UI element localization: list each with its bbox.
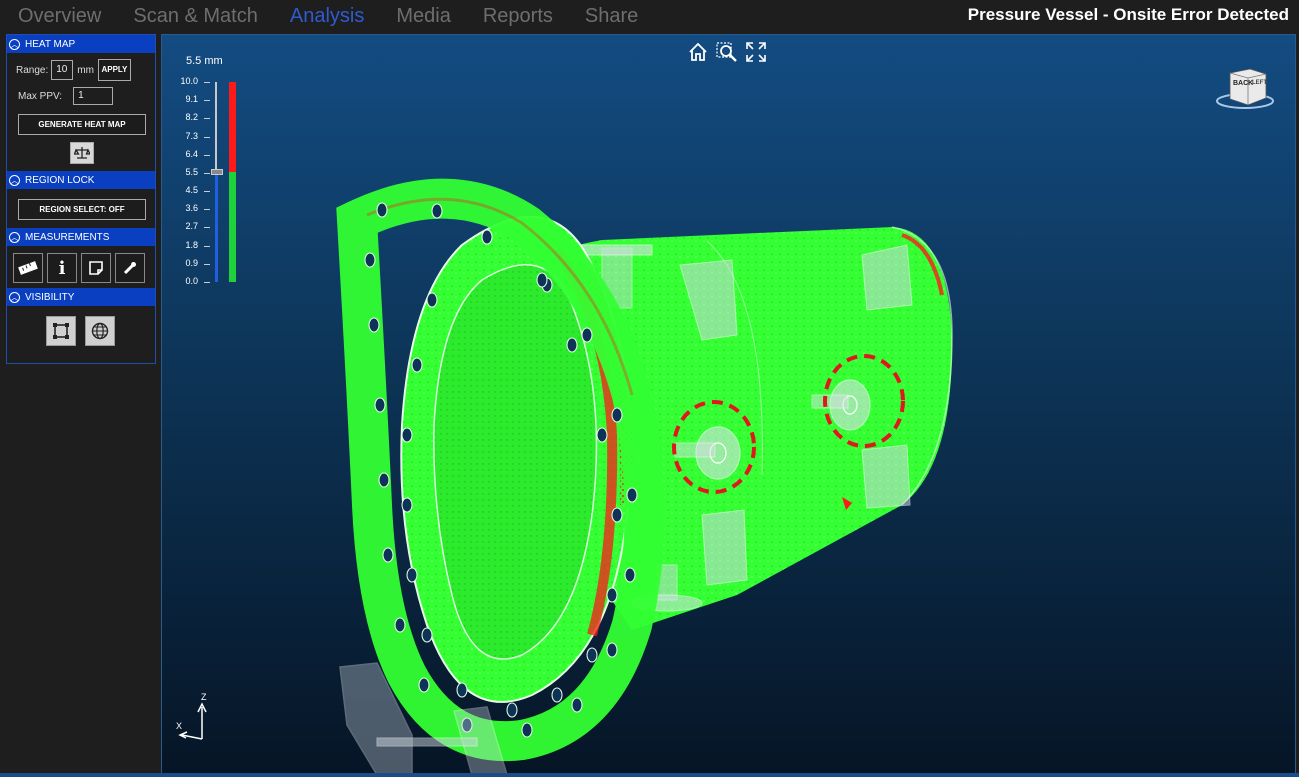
- tab-reports[interactable]: Reports: [483, 4, 553, 29]
- apply-button[interactable]: APPLY: [97, 59, 131, 81]
- top-navigation-bar: Overview Scan & Match Analysis Media Rep…: [0, 0, 1299, 33]
- point-cloud-scene[interactable]: [162, 35, 1296, 774]
- heat-map-title: HEAT MAP: [25, 38, 76, 50]
- tab-analysis[interactable]: Analysis: [290, 4, 364, 29]
- balance-scale-button[interactable]: [70, 142, 94, 164]
- axis-triad: Z X: [174, 692, 214, 745]
- globe-icon: [91, 322, 109, 340]
- measurements-title: MEASUREMENTS: [25, 231, 110, 243]
- info-icon: i: [58, 257, 66, 279]
- bottom-border: [0, 773, 1299, 777]
- info-button[interactable]: i: [47, 253, 77, 283]
- tab-share[interactable]: Share: [585, 4, 638, 29]
- chevron-up-icon: ︿: [9, 291, 20, 303]
- chevron-up-icon: ︿: [9, 231, 20, 243]
- range-unit: mm: [77, 64, 94, 76]
- max-ppv-label: Max PPV:: [18, 90, 63, 102]
- region-lock-section-header[interactable]: ︿ REGION LOCK: [7, 171, 155, 189]
- region-lock-title: REGION LOCK: [25, 174, 95, 186]
- project-title: Pressure Vessel - Onsite Error Detected: [967, 5, 1289, 24]
- tab-media[interactable]: Media: [396, 4, 450, 29]
- generate-heat-map-button[interactable]: GENERATE HEAT MAP: [18, 114, 146, 135]
- main-tabs: Overview Scan & Match Analysis Media Rep…: [18, 4, 670, 29]
- bounding-box-button[interactable]: [46, 316, 76, 346]
- note-icon: [89, 261, 103, 275]
- tab-scan-match[interactable]: Scan & Match: [133, 4, 258, 29]
- note-button[interactable]: [81, 253, 111, 283]
- probe-button[interactable]: [115, 253, 145, 283]
- chevron-up-icon: ︿: [9, 174, 20, 186]
- probe-icon: [123, 262, 136, 275]
- measurements-section-header[interactable]: ︿ MEASUREMENTS: [7, 228, 155, 246]
- chevron-up-icon: ︿: [9, 38, 20, 50]
- visibility-section-header[interactable]: ︿ VISIBILITY: [7, 288, 155, 306]
- bounding-box-icon: [53, 323, 69, 339]
- ruler-icon: [18, 261, 38, 275]
- visibility-title: VISIBILITY: [25, 291, 75, 303]
- ruler-button[interactable]: [13, 253, 43, 283]
- 3d-viewport[interactable]: BACK LEFT 5.5 mm 10.0 9.1 8.2 7.3 6.4 5.5 4.5 3…: [161, 34, 1296, 774]
- range-label: Range:: [16, 64, 49, 76]
- region-select-button[interactable]: REGION SELECT: OFF: [18, 199, 146, 220]
- range-input[interactable]: 10: [51, 60, 74, 80]
- tab-overview[interactable]: Overview: [18, 4, 101, 29]
- tool-sidebar: ︿ HEAT MAP Range: 10 mm APPLY Max PPV: 1…: [6, 34, 156, 364]
- axis-z-label: Z: [201, 692, 207, 702]
- heat-map-section-header[interactable]: ︿ HEAT MAP: [7, 35, 155, 53]
- globe-button[interactable]: [85, 316, 115, 346]
- balance-scale-icon: [74, 147, 90, 159]
- max-ppv-input[interactable]: 1: [73, 87, 114, 105]
- axis-x-label: X: [176, 721, 183, 731]
